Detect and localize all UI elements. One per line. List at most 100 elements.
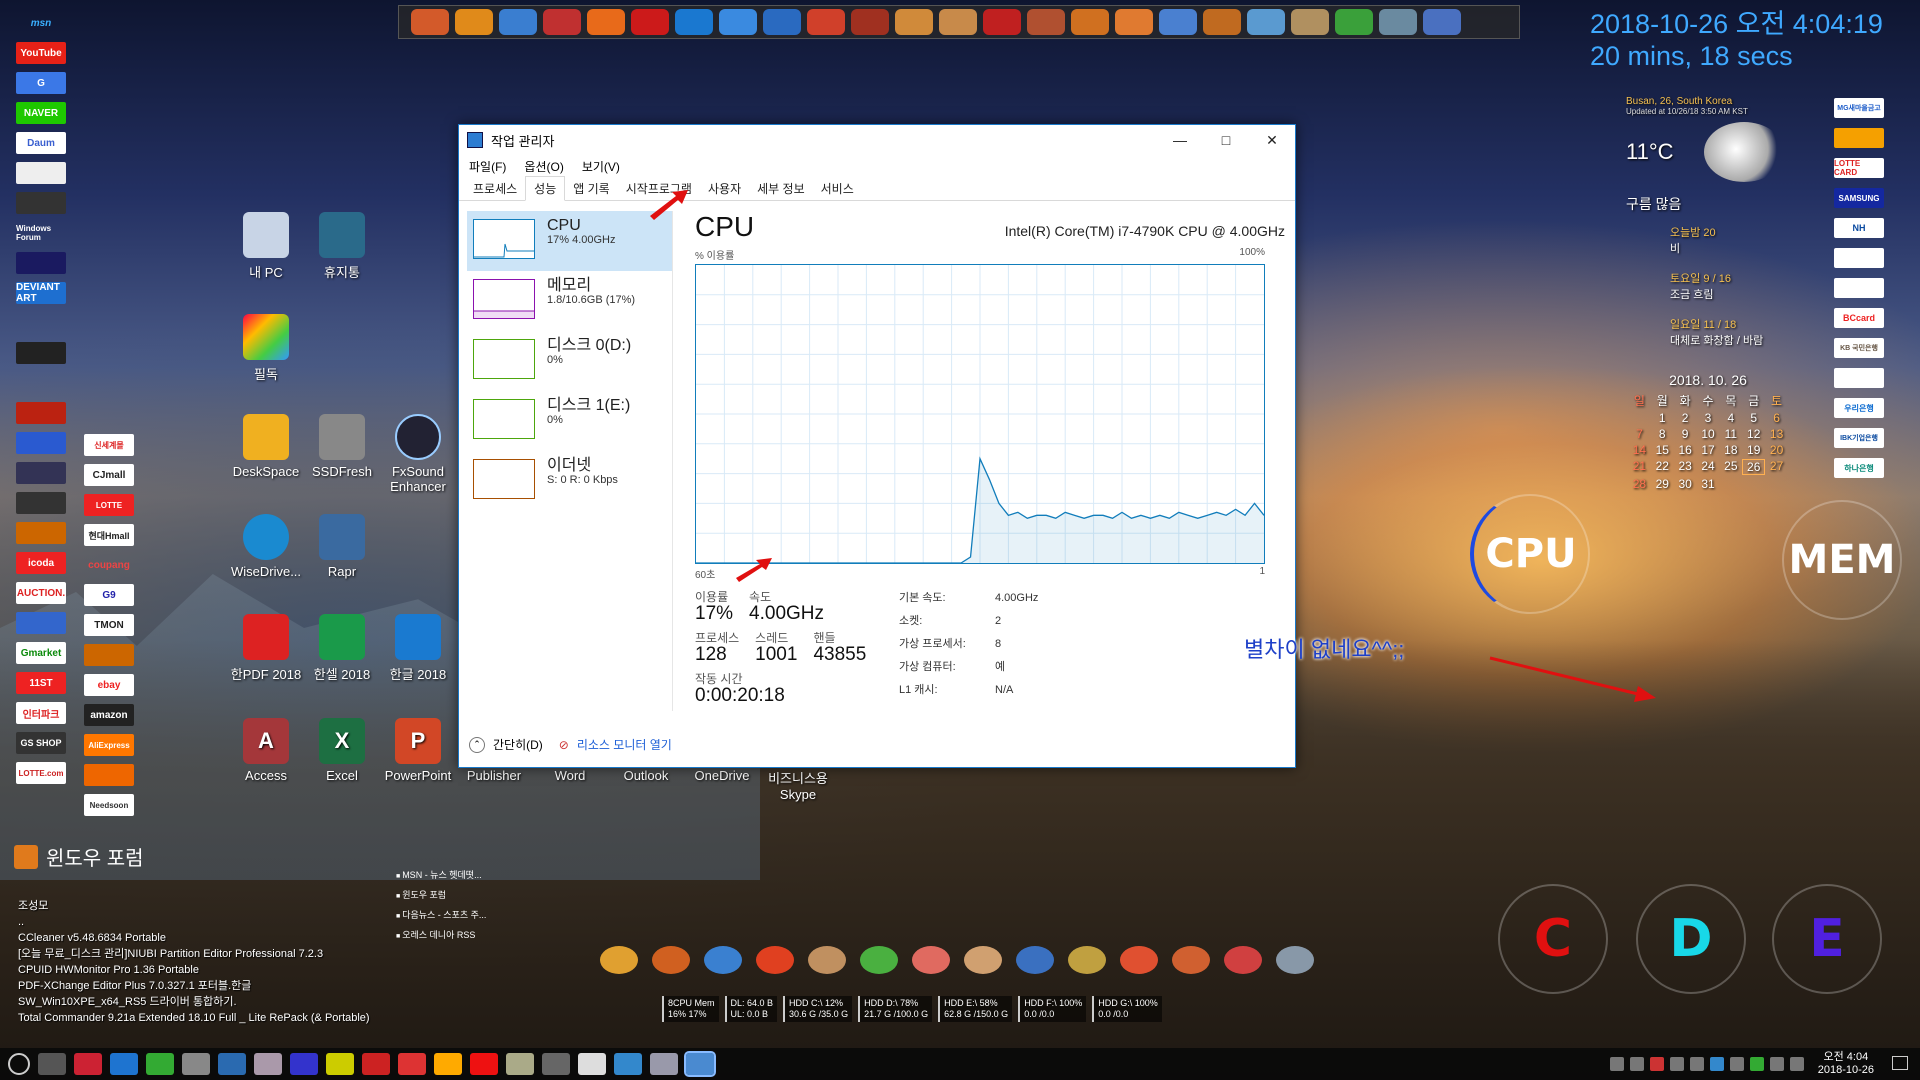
app-icon[interactable] (851, 9, 889, 35)
note-item[interactable]: PDF-XChange Editor Plus 7.0.327.1 포터블.한글 (18, 978, 370, 994)
brand-link[interactable] (16, 462, 66, 484)
taskbar-app-icon[interactable] (614, 1053, 642, 1075)
brand-link[interactable]: Needsoon (84, 794, 134, 816)
brand-link[interactable]: msn (16, 12, 66, 34)
resource-ethernet[interactable]: 이더넷 S: 0 R: 0 Kbps (467, 451, 672, 511)
desktop-icon-outlook[interactable]: Outlook (608, 768, 684, 783)
calendar-day[interactable]: 24 (1697, 459, 1720, 475)
ie-icon[interactable] (110, 1053, 138, 1075)
calendar-day[interactable]: 9 (1674, 427, 1697, 441)
taskbar-app-icon[interactable] (182, 1053, 210, 1075)
bank-link[interactable] (1834, 368, 1884, 388)
bank-link[interactable]: BCcard (1834, 308, 1884, 328)
brand-link[interactable] (16, 342, 66, 364)
calendar-day[interactable]: 4 (1719, 411, 1742, 425)
brand-link[interactable]: TMON (84, 614, 134, 636)
app-icon[interactable] (675, 9, 713, 35)
brand-link[interactable]: YouTube (16, 42, 66, 64)
taskbar-app-icon[interactable] (434, 1053, 462, 1075)
tab-performance[interactable]: 성능 (525, 176, 566, 201)
calendar-day[interactable]: 3 (1697, 411, 1720, 425)
bank-link[interactable]: IBK기업은행 (1834, 428, 1884, 448)
calendar-day[interactable]: 18 (1719, 443, 1742, 457)
bank-link[interactable]: KB 국민은행 (1834, 338, 1884, 358)
tray-icon[interactable] (1709, 1057, 1724, 1071)
calendar-day[interactable]: 1 (1651, 411, 1674, 425)
title-bar[interactable]: 작업 관리자 — □ ✕ (459, 125, 1295, 155)
desktop-icon-recycle-bin[interactable]: 휴지통 (304, 212, 380, 281)
tray-icon[interactable] (1749, 1057, 1764, 1071)
desktop-icon-hancell[interactable]: 한셀 2018 (304, 614, 380, 683)
brand-link[interactable] (16, 522, 66, 544)
calendar-day[interactable]: 8 (1651, 427, 1674, 441)
resource-disk-1[interactable]: 디스크 1(E:) 0% (467, 391, 672, 451)
note-item[interactable]: CPUID HWMonitor Pro 1.36 Portable (18, 962, 370, 978)
dock-icon[interactable] (808, 946, 846, 974)
brand-link[interactable]: DEVIANT ART (16, 282, 66, 304)
calendar-day[interactable]: 25 (1719, 459, 1742, 475)
resource-disk-0[interactable]: 디스크 0(D:) 0% (467, 331, 672, 391)
calendar-day[interactable]: 7 (1628, 427, 1651, 441)
network-icon[interactable] (1769, 1057, 1784, 1071)
calendar-day[interactable]: 28 (1628, 477, 1651, 491)
tab-processes[interactable]: 프로세스 (465, 177, 525, 200)
desktop-icon-deskspace[interactable]: DeskSpace (228, 414, 304, 479)
desktop-icon-excel[interactable]: X Excel (304, 718, 380, 783)
brand-link[interactable] (16, 402, 66, 424)
tab-details[interactable]: 세부 정보 (749, 177, 813, 200)
desktop-icon-access[interactable]: A Access (228, 718, 304, 783)
dock-icon[interactable] (756, 946, 794, 974)
volume-icon[interactable] (1789, 1057, 1804, 1071)
desktop-icon-rapr[interactable]: Rapr (304, 514, 380, 579)
tab-app-history[interactable]: 앱 기록 (565, 177, 617, 200)
brand-link[interactable]: GS SHOP (16, 732, 66, 754)
app-icon[interactable] (543, 9, 581, 35)
brand-link[interactable]: G9 (84, 584, 134, 606)
brand-link[interactable]: Gmarket (16, 642, 66, 664)
brand-link[interactable] (16, 492, 66, 514)
app-icon[interactable] (1247, 9, 1285, 35)
taskbar-app-icon[interactable] (326, 1053, 354, 1075)
calendar-day[interactable]: 14 (1628, 443, 1651, 457)
app-icon[interactable] (1027, 9, 1065, 35)
note-item[interactable]: CCleaner v5.48.6834 Portable (18, 930, 370, 946)
taskbar-app-icon[interactable] (578, 1053, 606, 1075)
desktop-icon-hanpdf[interactable]: 한PDF 2018 (228, 614, 304, 683)
app-icon[interactable] (719, 9, 757, 35)
open-resource-monitor-link[interactable]: 리소스 모니터 열기 (577, 736, 672, 753)
calendar-day[interactable] (1628, 411, 1651, 425)
app-icon[interactable] (939, 9, 977, 35)
brand-link[interactable] (16, 432, 66, 454)
bank-link[interactable] (1834, 128, 1884, 148)
maximize-button[interactable]: □ (1203, 125, 1249, 155)
taskbar-clock[interactable]: 오전 4:04 2018-10-26 (1818, 1051, 1874, 1077)
calendar-day[interactable]: 11 (1719, 427, 1742, 441)
taskbar-app-icon[interactable] (362, 1053, 390, 1075)
dock-icon[interactable] (1120, 946, 1158, 974)
brand-link[interactable] (16, 252, 66, 274)
start-button-icon[interactable] (8, 1053, 30, 1075)
brand-link[interactable]: icoda (16, 552, 66, 574)
minimize-button[interactable]: — (1157, 125, 1203, 155)
desktop-icon-fxsound[interactable]: FxSound Enhancer (380, 414, 456, 494)
calendar-day[interactable]: 27 (1765, 459, 1788, 475)
menu-options[interactable]: 옵션(O) (524, 158, 563, 175)
brand-link[interactable] (16, 372, 66, 394)
brand-link[interactable]: Daum (16, 132, 66, 154)
taskbar-app-icon[interactable] (290, 1053, 318, 1075)
app-icon[interactable] (455, 9, 493, 35)
drop-icon[interactable] (1379, 9, 1417, 35)
desktop-icon-publisher[interactable]: Publisher (456, 768, 532, 783)
calendar-day[interactable]: 17 (1697, 443, 1720, 457)
dock-icon[interactable] (600, 946, 638, 974)
brand-link[interactable]: 11ST (16, 672, 66, 694)
calendar-day[interactable]: 5 (1742, 411, 1765, 425)
note-item[interactable]: SW_Win10XPE_x64_RS5 드라이버 통합하기. (18, 994, 370, 1010)
brand-link[interactable]: 현대Hmall (84, 524, 134, 546)
pencil-icon[interactable] (1291, 9, 1329, 35)
taskbar-app-icon[interactable] (218, 1053, 246, 1075)
firefox-icon[interactable] (587, 9, 625, 35)
desktop-icon-readme[interactable]: 필독 (228, 314, 304, 383)
taskbar-app-icon[interactable] (506, 1053, 534, 1075)
brand-link[interactable]: 신세계몰 (84, 434, 134, 456)
